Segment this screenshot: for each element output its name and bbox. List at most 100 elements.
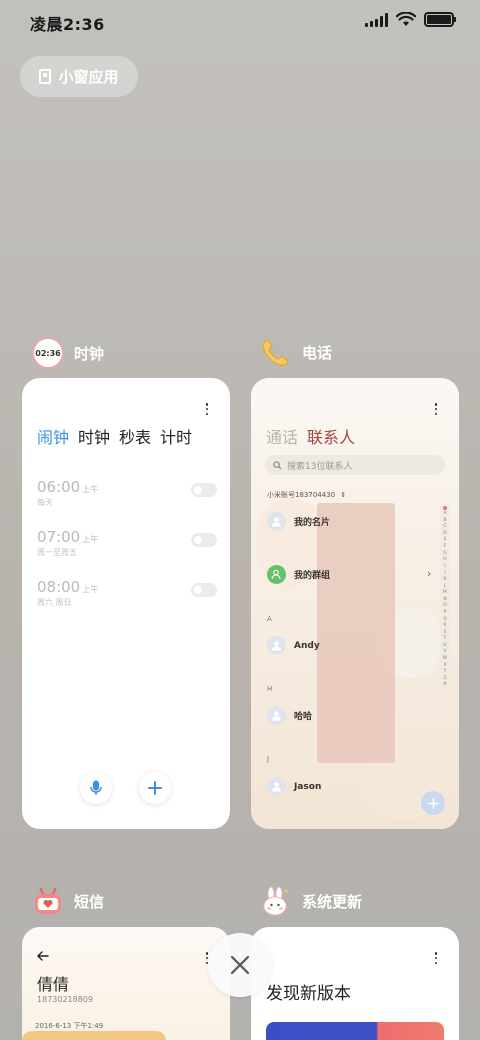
sms-date: 2016-6-13 下午1:49 [35, 1022, 104, 1030]
index-letter[interactable]: J [444, 570, 445, 577]
tab-calls[interactable]: 通话 [266, 424, 298, 448]
section-letter: H [267, 685, 273, 693]
index-letter[interactable]: M [443, 590, 447, 597]
sms-contact-number: 18730218809 [37, 995, 93, 1004]
index-letter[interactable]: A [443, 511, 446, 518]
alphabet-index[interactable]: A B C D E F G H I J K L M N O P Q R S T U V W X Y Z # [440, 504, 450, 692]
my-groups-row[interactable]: 我的群组 [267, 565, 330, 584]
sms-app-header[interactable]: 短信 [32, 885, 104, 917]
update-app-header[interactable]: 系统更新 [260, 885, 362, 917]
alarm-item[interactable]: 07:00 上午 周一至周五 [37, 528, 217, 568]
phone-app-name: 电话 [302, 343, 333, 362]
plus-icon [427, 797, 439, 809]
tab-clock[interactable]: 时钟 [78, 424, 110, 448]
clock-app-header[interactable]: 02:36 时钟 [32, 337, 104, 369]
index-letter[interactable]: C [443, 524, 446, 531]
my-card-row[interactable]: 我的名片 [267, 512, 330, 531]
my-card-label: 我的名片 [294, 518, 331, 528]
close-icon [230, 955, 250, 975]
index-letter[interactable]: F [444, 544, 447, 551]
small-window-icon [39, 69, 52, 84]
section-letter: A [267, 615, 272, 623]
alarm-period: 上午 [82, 485, 99, 494]
add-contact-button[interactable] [421, 791, 445, 815]
person-icon [267, 706, 286, 725]
index-letter[interactable]: K [444, 577, 447, 584]
signal-icon [365, 12, 388, 27]
small-window-label: 小窗应用 [58, 68, 119, 86]
person-icon [267, 512, 286, 531]
alarm-toggle[interactable] [191, 483, 217, 497]
index-letter[interactable]: Y [444, 669, 447, 676]
tab-contacts[interactable]: 联系人 [307, 424, 355, 448]
alarm-time: 06:00 [37, 478, 81, 496]
alarm-item[interactable]: 06:00 上午 每天 [37, 478, 217, 518]
phone-app-card[interactable]: 通话 联系人 搜索13位联系人 小米账号183704430 ⇕ 我的名片 我的群… [251, 378, 459, 829]
update-app-icon [260, 885, 292, 917]
phone-tabs: 通话 联系人 [266, 424, 355, 448]
section-letter: J [267, 755, 270, 763]
update-app-name: 系统更新 [302, 892, 363, 911]
sms-contact-name: 倩倩 [37, 975, 70, 994]
clock-app-icon: 02:36 [32, 337, 64, 369]
status-time: 凌晨2:36 [30, 15, 105, 34]
account-number: 小米账号183704430 [267, 491, 336, 499]
index-letter[interactable]: E [444, 537, 447, 544]
group-icon [267, 565, 286, 584]
clear-all-button[interactable] [208, 933, 272, 997]
chevron-right-icon: › [427, 567, 432, 580]
contact-name: Andy [294, 640, 320, 651]
index-letter[interactable]: T [444, 636, 447, 643]
sms-app-icon [32, 885, 64, 917]
update-banner [266, 1022, 444, 1040]
index-letter[interactable]: O [443, 603, 447, 610]
alarm-time: 07:00 [37, 528, 81, 546]
alarm-period: 上午 [82, 535, 99, 544]
alarm-item[interactable]: 08:00 上午 周六 周日 [37, 578, 217, 618]
status-icons [365, 12, 456, 27]
account-line[interactable]: 小米账号183704430 ⇕ [267, 490, 346, 500]
tab-stopwatch[interactable]: 秒表 [119, 424, 151, 448]
clock-tabs: 闹钟 时钟 秒表 计时 [37, 424, 192, 448]
person-icon [267, 636, 286, 655]
contact-name: 哈哈 [294, 712, 313, 722]
index-letter[interactable]: H [443, 557, 446, 564]
alarm-repeat: 每天 [37, 498, 53, 507]
update-app-card[interactable]: 发现新版本 [251, 927, 459, 1040]
search-placeholder: 搜索13位联系人 [287, 461, 353, 472]
sms-app-name: 短信 [74, 892, 105, 911]
contact-row[interactable]: Jason [267, 777, 321, 796]
alarm-toggle[interactable] [191, 533, 217, 547]
clock-icon-text: 02:36 [35, 348, 61, 358]
small-window-button[interactable]: 小窗应用 [20, 56, 138, 97]
phone-app-icon [260, 336, 292, 368]
phone-app-header[interactable]: 电话 [260, 336, 332, 368]
voice-alarm-button[interactable] [80, 772, 112, 804]
index-letter[interactable]: P [444, 610, 447, 617]
message-bubble[interactable] [22, 1031, 166, 1040]
back-arrow-icon[interactable] [37, 951, 49, 961]
alarm-toggle[interactable] [191, 583, 217, 597]
contact-row[interactable]: 哈哈 [267, 706, 312, 725]
status-bar: 凌晨2:36 [0, 0, 480, 42]
index-letter[interactable]: R [443, 623, 446, 630]
index-letter[interactable]: # [443, 682, 447, 689]
update-more-icon[interactable] [429, 951, 443, 965]
index-letter[interactable]: W [443, 656, 447, 663]
phone-more-icon[interactable] [429, 402, 443, 416]
clock-app-card[interactable]: 闹钟 时钟 秒表 计时 06:00 上午 每天 07:00 上午 周一至周五 08:… [22, 378, 230, 829]
add-alarm-button[interactable] [139, 772, 171, 804]
index-marker-icon [443, 506, 447, 510]
contact-row[interactable]: Andy [267, 636, 320, 655]
alarm-repeat: 周一至周五 [37, 548, 77, 557]
tab-timer[interactable]: 计时 [160, 424, 192, 448]
alarm-period: 上午 [82, 585, 99, 594]
alarm-time: 08:00 [37, 578, 81, 596]
contact-search-input[interactable]: 搜索13位联系人 [265, 455, 445, 475]
tab-alarm[interactable]: 闹钟 [37, 424, 69, 448]
search-icon [273, 460, 282, 470]
sms-app-card[interactable]: 倩倩 18730218809 2016-6-13 下午1:49 [22, 927, 230, 1040]
plus-icon [148, 781, 162, 795]
clock-more-icon[interactable] [200, 402, 214, 416]
clock-app-name: 时钟 [74, 344, 105, 363]
